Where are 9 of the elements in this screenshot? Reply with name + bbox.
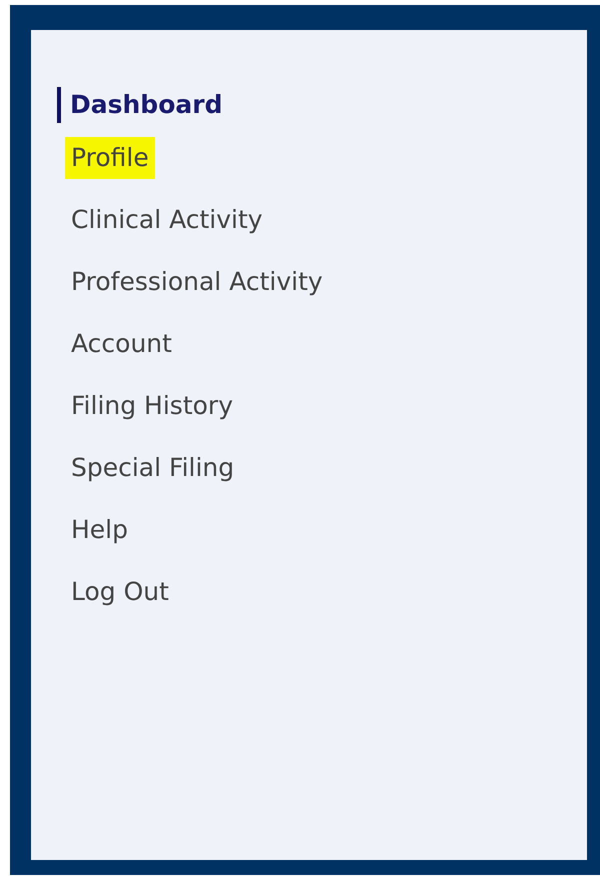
menu-item[interactable]: Profile xyxy=(65,137,155,179)
menu-item[interactable]: Log Out xyxy=(65,571,175,613)
menu-item[interactable]: Account xyxy=(65,323,178,365)
menu-item[interactable]: Clinical Activity xyxy=(65,199,269,241)
menu-item[interactable]: Filing History xyxy=(65,385,239,427)
sidebar-heading: Dashboard xyxy=(57,87,567,123)
menu-item[interactable]: Help xyxy=(65,509,134,551)
menu-item[interactable]: Special Filing xyxy=(65,447,240,489)
menu-item[interactable]: Professional Activity xyxy=(65,261,329,303)
